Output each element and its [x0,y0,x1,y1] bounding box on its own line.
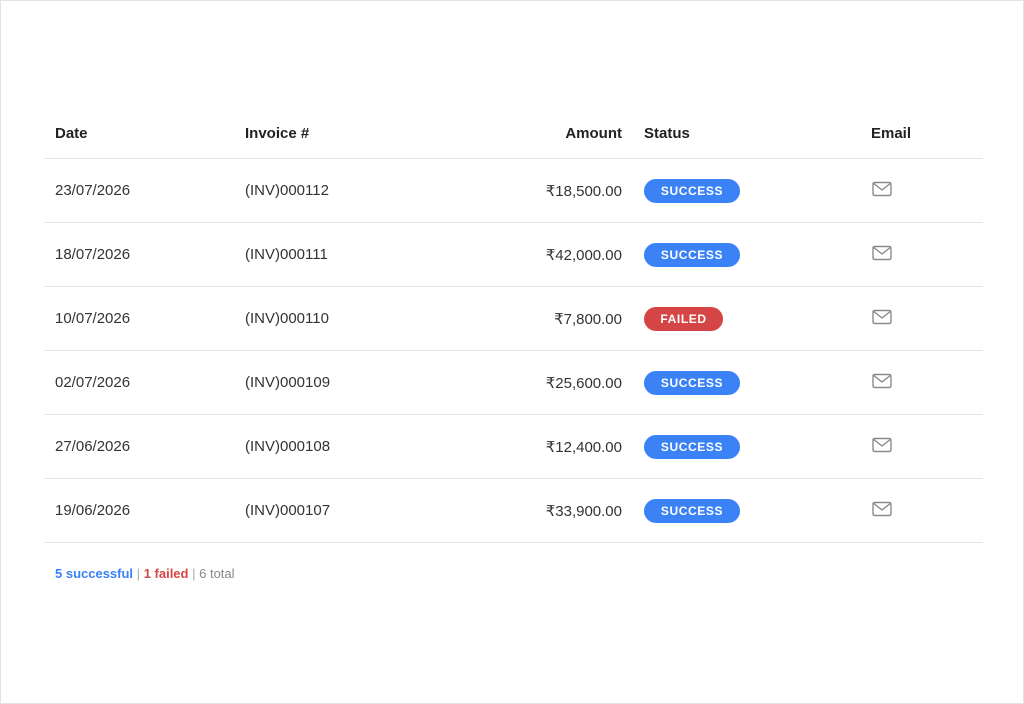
row-status: SUCCESS [644,223,824,286]
row-status: SUCCESS [644,479,824,542]
header-date: Date [55,125,88,142]
row-amount: ₹33,900.00 [545,502,622,520]
summary-total: 6 total [199,566,235,581]
table-row: 18/07/2026 (INV)000111 ₹42,000.00 SUCCESS [44,223,983,287]
row-email [871,159,971,222]
row-date: 10/07/2026 [55,310,131,327]
row-email [871,415,971,478]
row-date: 23/07/2026 [55,182,131,199]
row-invoice-number: (INV)000110 [245,310,329,327]
summary-failed: 1 failed [143,566,189,581]
table-row: 23/07/2026 (INV)000112 ₹18,500.00 SUCCESS [44,159,983,223]
status-badge: SUCCESS [644,370,740,395]
summary-successful: 5 successful [55,566,134,581]
row-amount: ₹42,000.00 [545,246,622,264]
summary-bar: 5 successful | 1 failed | 6 total [55,566,235,581]
invoice-panel: Date Invoice # Amount Status Email 23/07… [0,0,1024,704]
table-row: 19/06/2026 (INV)000107 ₹33,900.00 SUCCESS [44,479,983,543]
row-invoice-number: (INV)000107 [245,502,331,519]
status-badge: SUCCESS [644,242,740,267]
row-email [871,223,971,286]
row-status: SUCCESS [644,159,824,222]
status-badge: SUCCESS [644,498,740,523]
header-email: Email [871,125,912,142]
table-header-row: Date Invoice # Amount Status Email [44,109,983,159]
table-row: 02/07/2026 (INV)000109 ₹25,600.00 SUCCESS [44,351,983,415]
summary-separator: | [136,566,141,581]
envelope-icon[interactable] [872,501,892,517]
row-status: SUCCESS [644,415,824,478]
status-badge: SUCCESS [644,178,740,203]
row-email [871,287,971,350]
envelope-icon[interactable] [872,373,892,389]
row-amount: ₹25,600.00 [545,374,622,392]
table-row: 27/06/2026 (INV)000108 ₹12,400.00 SUCCESS [44,415,983,479]
header-invoice: Invoice # [245,125,310,142]
row-email [871,479,971,542]
envelope-icon[interactable] [872,245,892,261]
row-amount: ₹12,400.00 [545,438,622,456]
row-date: 02/07/2026 [55,374,131,391]
envelope-icon[interactable] [872,437,892,453]
envelope-icon[interactable] [872,181,892,197]
invoice-table: Date Invoice # Amount Status Email 23/07… [44,109,983,543]
row-date: 18/07/2026 [55,246,131,263]
row-amount: ₹18,500.00 [545,182,622,200]
status-badge: FAILED [644,306,723,331]
header-amount: Amount [565,125,622,142]
summary-separator: | [192,566,196,581]
row-email [871,351,971,414]
row-invoice-number: (INV)000108 [245,438,331,455]
row-invoice-number: (INV)000111 [245,246,328,263]
row-invoice-number: (INV)000109 [245,374,331,391]
row-amount: ₹7,800.00 [554,310,622,328]
row-status: SUCCESS [644,351,824,414]
row-invoice-number: (INV)000112 [245,182,329,199]
envelope-icon[interactable] [872,309,892,325]
table-body: 23/07/2026 (INV)000112 ₹18,500.00 SUCCESS 18… [44,159,983,543]
row-status: FAILED [644,287,824,350]
row-date: 19/06/2026 [55,502,131,519]
row-date: 27/06/2026 [55,438,131,455]
table-row: 10/07/2026 (INV)000110 ₹7,800.00 FAILED [44,287,983,351]
header-status: Status [644,125,690,142]
status-badge: SUCCESS [644,434,740,459]
